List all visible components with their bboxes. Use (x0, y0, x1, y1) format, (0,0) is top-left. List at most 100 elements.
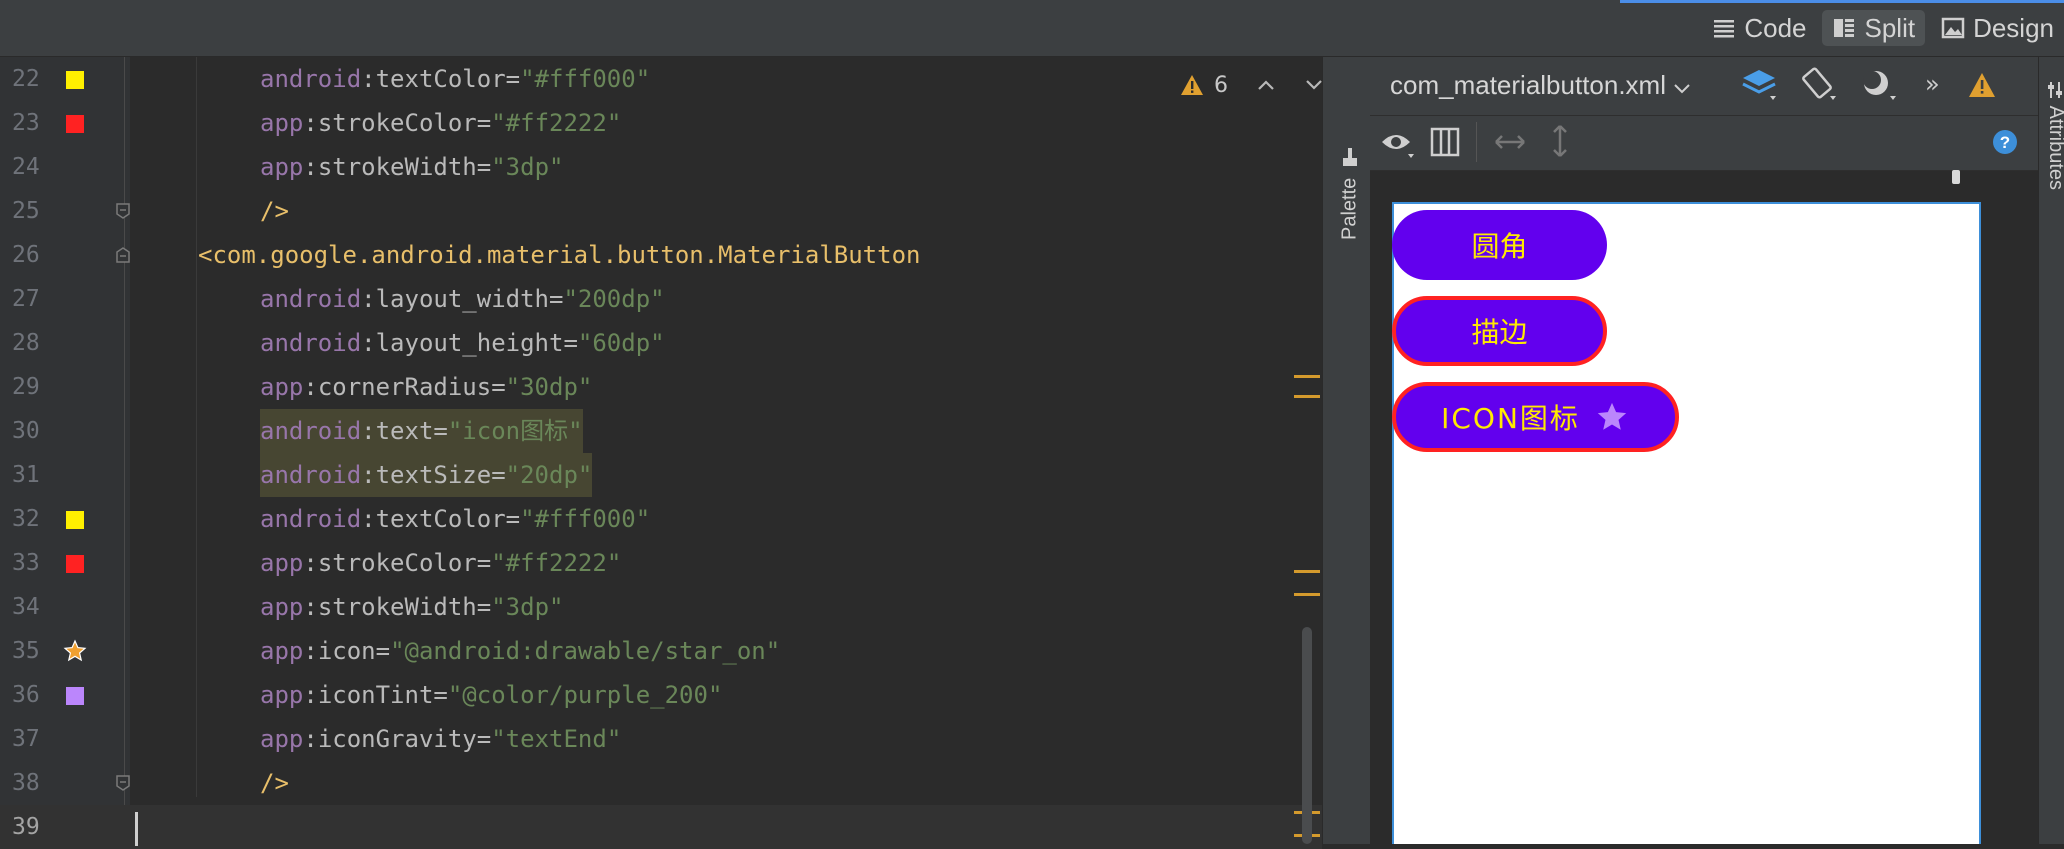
inspection-widget[interactable]: 6 (1180, 67, 1324, 103)
button-label: 描边 (1471, 316, 1528, 349)
rounded-button-preview[interactable]: 圆角 (1392, 210, 1607, 280)
vertical-resize-icon[interactable] (1550, 124, 1570, 158)
active-tab-accent (1620, 0, 2064, 3)
fold-end-icon[interactable] (115, 774, 131, 792)
warning-icon[interactable] (1968, 72, 1996, 98)
current-code-line[interactable]: 39 (0, 805, 1322, 849)
line-number: 27 (12, 286, 40, 312)
attribute-value: "3dp" (491, 593, 564, 621)
split-view-button[interactable]: Split (1822, 10, 1926, 46)
code-text: app:cornerRadius="30dp" (260, 373, 593, 401)
code-view-button[interactable]: Code (1702, 10, 1816, 46)
code-line[interactable]: 23 app:strokeColor="#ff2222" (0, 101, 1322, 145)
error-stripe-mark[interactable] (1294, 395, 1320, 398)
button-label: 圆角 (1471, 230, 1528, 263)
code-text: app:strokeColor="#ff2222" (260, 549, 622, 577)
namespace: app (260, 109, 304, 137)
color-swatch-icon[interactable] (66, 115, 84, 133)
attribute-value: "#fff000" (520, 65, 651, 93)
code-line[interactable]: 29 app:cornerRadius="30dp" (0, 365, 1322, 409)
attribute-name: textColor (375, 505, 506, 533)
horizontal-resize-icon[interactable] (1494, 132, 1526, 152)
svg-text:?: ? (2000, 133, 2010, 152)
stroke-button-preview[interactable]: 描边 (1392, 296, 1607, 366)
columns-icon[interactable] (1430, 127, 1460, 157)
code-line[interactable]: 36 app:iconTint="@color/purple_200" (0, 673, 1322, 717)
line-number: 23 (12, 110, 40, 136)
namespace: app (260, 549, 304, 577)
attribute-name: iconGravity (317, 725, 477, 753)
color-swatch-icon[interactable] (66, 687, 84, 705)
code-text: android:textColor="#fff000" (260, 65, 651, 93)
code-line[interactable]: 33 app:strokeColor="#ff2222" (0, 541, 1322, 585)
attribute-name: cornerRadius (317, 373, 492, 401)
canvas-scroll-thumb[interactable] (1952, 170, 1960, 184)
icon-button-preview[interactable]: ICON图标 (1392, 382, 1679, 452)
layers-icon[interactable] (1742, 66, 1780, 104)
fold-end-icon[interactable] (115, 202, 131, 220)
code-line[interactable]: 34 app:strokeWidth="3dp" (0, 585, 1322, 629)
attribute-name: textSize (375, 461, 492, 489)
attribute-name: strokeColor (317, 109, 477, 137)
palette-tab[interactable]: Palette (1338, 70, 1362, 240)
fold-start-icon[interactable] (115, 246, 131, 264)
orientation-icon[interactable] (1800, 66, 1840, 104)
namespace: android (260, 505, 362, 533)
code-line[interactable]: 25 /> (0, 189, 1322, 233)
warnings-count: 6 (1214, 72, 1228, 98)
error-stripe-mark[interactable] (1294, 593, 1320, 596)
attributes-tab[interactable]: Attributes (2044, 80, 2064, 190)
line-number: 39 (12, 814, 40, 840)
color-swatch-icon[interactable] (66, 71, 84, 89)
color-swatch-icon[interactable] (66, 511, 84, 529)
code-text: android:layout_height="60dp" (260, 329, 665, 357)
error-stripe-mark[interactable] (1294, 570, 1320, 573)
attribute-value: "icon图标" (447, 417, 583, 445)
attribute-value: "#ff2222" (491, 549, 622, 577)
more-actions-icon[interactable]: » (1925, 70, 1940, 98)
namespace: app (260, 725, 304, 753)
eye-icon[interactable] (1380, 128, 1418, 160)
star-icon[interactable] (63, 639, 87, 663)
code-line[interactable]: 27 android:layout_width="200dp" (0, 277, 1322, 321)
attribute-name: layout_width (375, 285, 549, 313)
code-line[interactable]: 37 app:iconGravity="textEnd" (0, 717, 1322, 761)
code-text: app:strokeColor="#ff2222" (260, 109, 622, 137)
design-toolbar-secondary (1370, 116, 2038, 171)
theme-icon[interactable] (1860, 66, 1900, 104)
design-view-button[interactable]: Design (1931, 10, 2064, 46)
chevron-down-icon[interactable] (1304, 78, 1324, 92)
error-stripe-mark[interactable] (1294, 375, 1320, 378)
text-caret (135, 812, 138, 846)
editor-scrollbar[interactable] (1302, 627, 1312, 844)
attributes-label: Attributes (2045, 105, 2064, 191)
code-text: <com.google.android.material.button.Mate… (198, 241, 921, 269)
star-icon (1597, 402, 1627, 430)
code-text: /> (260, 197, 289, 225)
code-line[interactable]: 30 android:text="icon图标" (0, 409, 1322, 453)
code-line[interactable]: 31 android:textSize="20dp" (0, 453, 1322, 497)
palette-label: Palette (1338, 177, 1361, 240)
top-toolbar: Code Split Design (0, 0, 2064, 57)
code-line[interactable]: 22 android:textColor="#fff000" (0, 57, 1322, 101)
code-line[interactable]: 26 <com.google.android.material.button.M… (0, 233, 1322, 277)
line-number: 35 (12, 638, 40, 664)
code-text: app:iconTint="@color/purple_200" (260, 681, 723, 709)
color-swatch-icon[interactable] (66, 555, 84, 573)
namespace: android (260, 417, 362, 445)
code-text: app:strokeWidth="3dp" (260, 593, 564, 621)
attribute-name: strokeWidth (317, 153, 477, 181)
attribute-value: "#fff000" (520, 505, 651, 533)
code-line[interactable]: 24 app:strokeWidth="3dp" (0, 145, 1322, 189)
split-view-label: Split (1864, 12, 1916, 43)
code-line[interactable]: 38 /> (0, 761, 1322, 805)
code-text: app:iconGravity="textEnd" (260, 725, 622, 753)
code-line[interactable]: 32 android:textColor="#fff000" (0, 497, 1322, 541)
code-line[interactable]: 28 android:layout_height="60dp" (0, 321, 1322, 365)
namespace: android (260, 329, 362, 357)
chevron-up-icon[interactable] (1256, 78, 1276, 92)
layout-file-dropdown[interactable]: com_materialbutton.xml (1390, 62, 1691, 108)
code-line[interactable]: 35 app:icon="@android:drawable/star_on" (0, 629, 1322, 673)
code-editor[interactable]: 22 android:textColor="#fff000" 23 app:st… (0, 57, 1324, 849)
help-icon[interactable]: ? (1992, 129, 2018, 155)
